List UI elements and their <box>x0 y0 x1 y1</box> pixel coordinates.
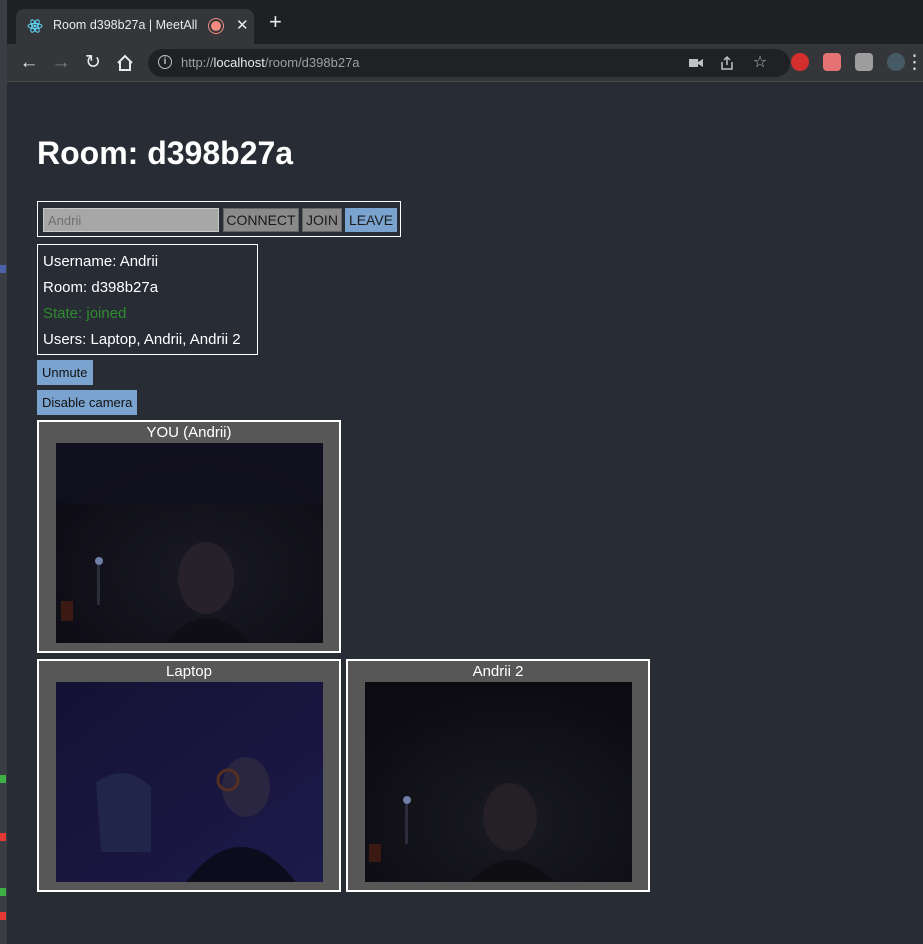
new-tab-icon[interactable]: + <box>269 11 282 33</box>
state-text: State: joined <box>43 305 127 322</box>
video-card-self: YOU (Andrii) <box>37 420 341 653</box>
browser-tab[interactable]: Room d398b27a | MeetAll ✕ <box>16 9 254 44</box>
extension-red-icon[interactable] <box>823 53 841 71</box>
url-text: http://localhost/room/d398b27a <box>181 55 360 70</box>
extension-glasses-icon[interactable] <box>887 53 905 71</box>
address-bar[interactable]: i http://localhost/room/d398b27a ☆ <box>148 49 790 77</box>
video-label: Laptop <box>166 663 212 680</box>
video-stream <box>56 682 323 882</box>
video-stream <box>56 443 323 643</box>
room-controls: CONNECT JOIN LEAVE <box>37 201 401 237</box>
reload-icon[interactable]: ↻ <box>82 52 104 74</box>
session-info: Username: Andrii Room: d398b27a State: j… <box>37 244 258 355</box>
browser-tab-bar: Room d398b27a | MeetAll ✕ + <box>7 0 923 44</box>
extension-adblock-icon[interactable] <box>791 53 809 71</box>
disable-camera-button[interactable]: Disable camera <box>37 390 138 415</box>
username-text: Username: Andrii <box>43 253 159 270</box>
tab-title: Room d398b27a | MeetAll <box>53 18 198 32</box>
desktop-marker <box>0 912 6 920</box>
recording-indicator-icon <box>211 21 221 31</box>
page-title: Room: d398b27a <box>37 135 294 171</box>
bookmark-star-icon[interactable]: ☆ <box>752 55 768 71</box>
camera-in-use-icon[interactable] <box>688 55 704 71</box>
unmute-button[interactable]: Unmute <box>37 360 93 385</box>
room-text: Room: d398b27a <box>43 279 159 296</box>
desktop-marker <box>0 775 6 783</box>
back-icon[interactable]: ← <box>18 52 40 74</box>
desktop-marker <box>0 888 6 896</box>
share-icon[interactable] <box>719 55 735 71</box>
react-icon <box>27 19 43 33</box>
users-text: Users: Laptop, Andrii, Andrii 2 <box>43 331 241 348</box>
close-tab-icon[interactable]: ✕ <box>236 16 249 34</box>
video-card-andrii-2: Andrii 2 <box>346 659 650 892</box>
leave-button[interactable]: LEAVE <box>345 208 397 232</box>
home-icon[interactable] <box>114 52 136 74</box>
extension-gray-icon[interactable] <box>855 53 873 71</box>
forward-icon[interactable]: → <box>50 52 72 74</box>
video-card-laptop: Laptop <box>37 659 341 892</box>
join-button[interactable]: JOIN <box>302 208 342 232</box>
desktop-edge <box>0 0 7 944</box>
video-stream <box>365 682 632 882</box>
extensions-more-icon[interactable]: ⋮ <box>905 52 923 74</box>
site-info-icon[interactable]: i <box>158 55 172 69</box>
desktop-marker <box>0 265 6 273</box>
connect-button[interactable]: CONNECT <box>223 208 299 232</box>
browser-toolbar: ← → ↻ i http://localhost/room/d398b27a ☆… <box>7 44 923 82</box>
username-input[interactable] <box>43 208 219 232</box>
desktop-marker <box>0 833 6 841</box>
video-label: Andrii 2 <box>472 663 524 680</box>
video-label: YOU (Andrii) <box>146 424 232 441</box>
